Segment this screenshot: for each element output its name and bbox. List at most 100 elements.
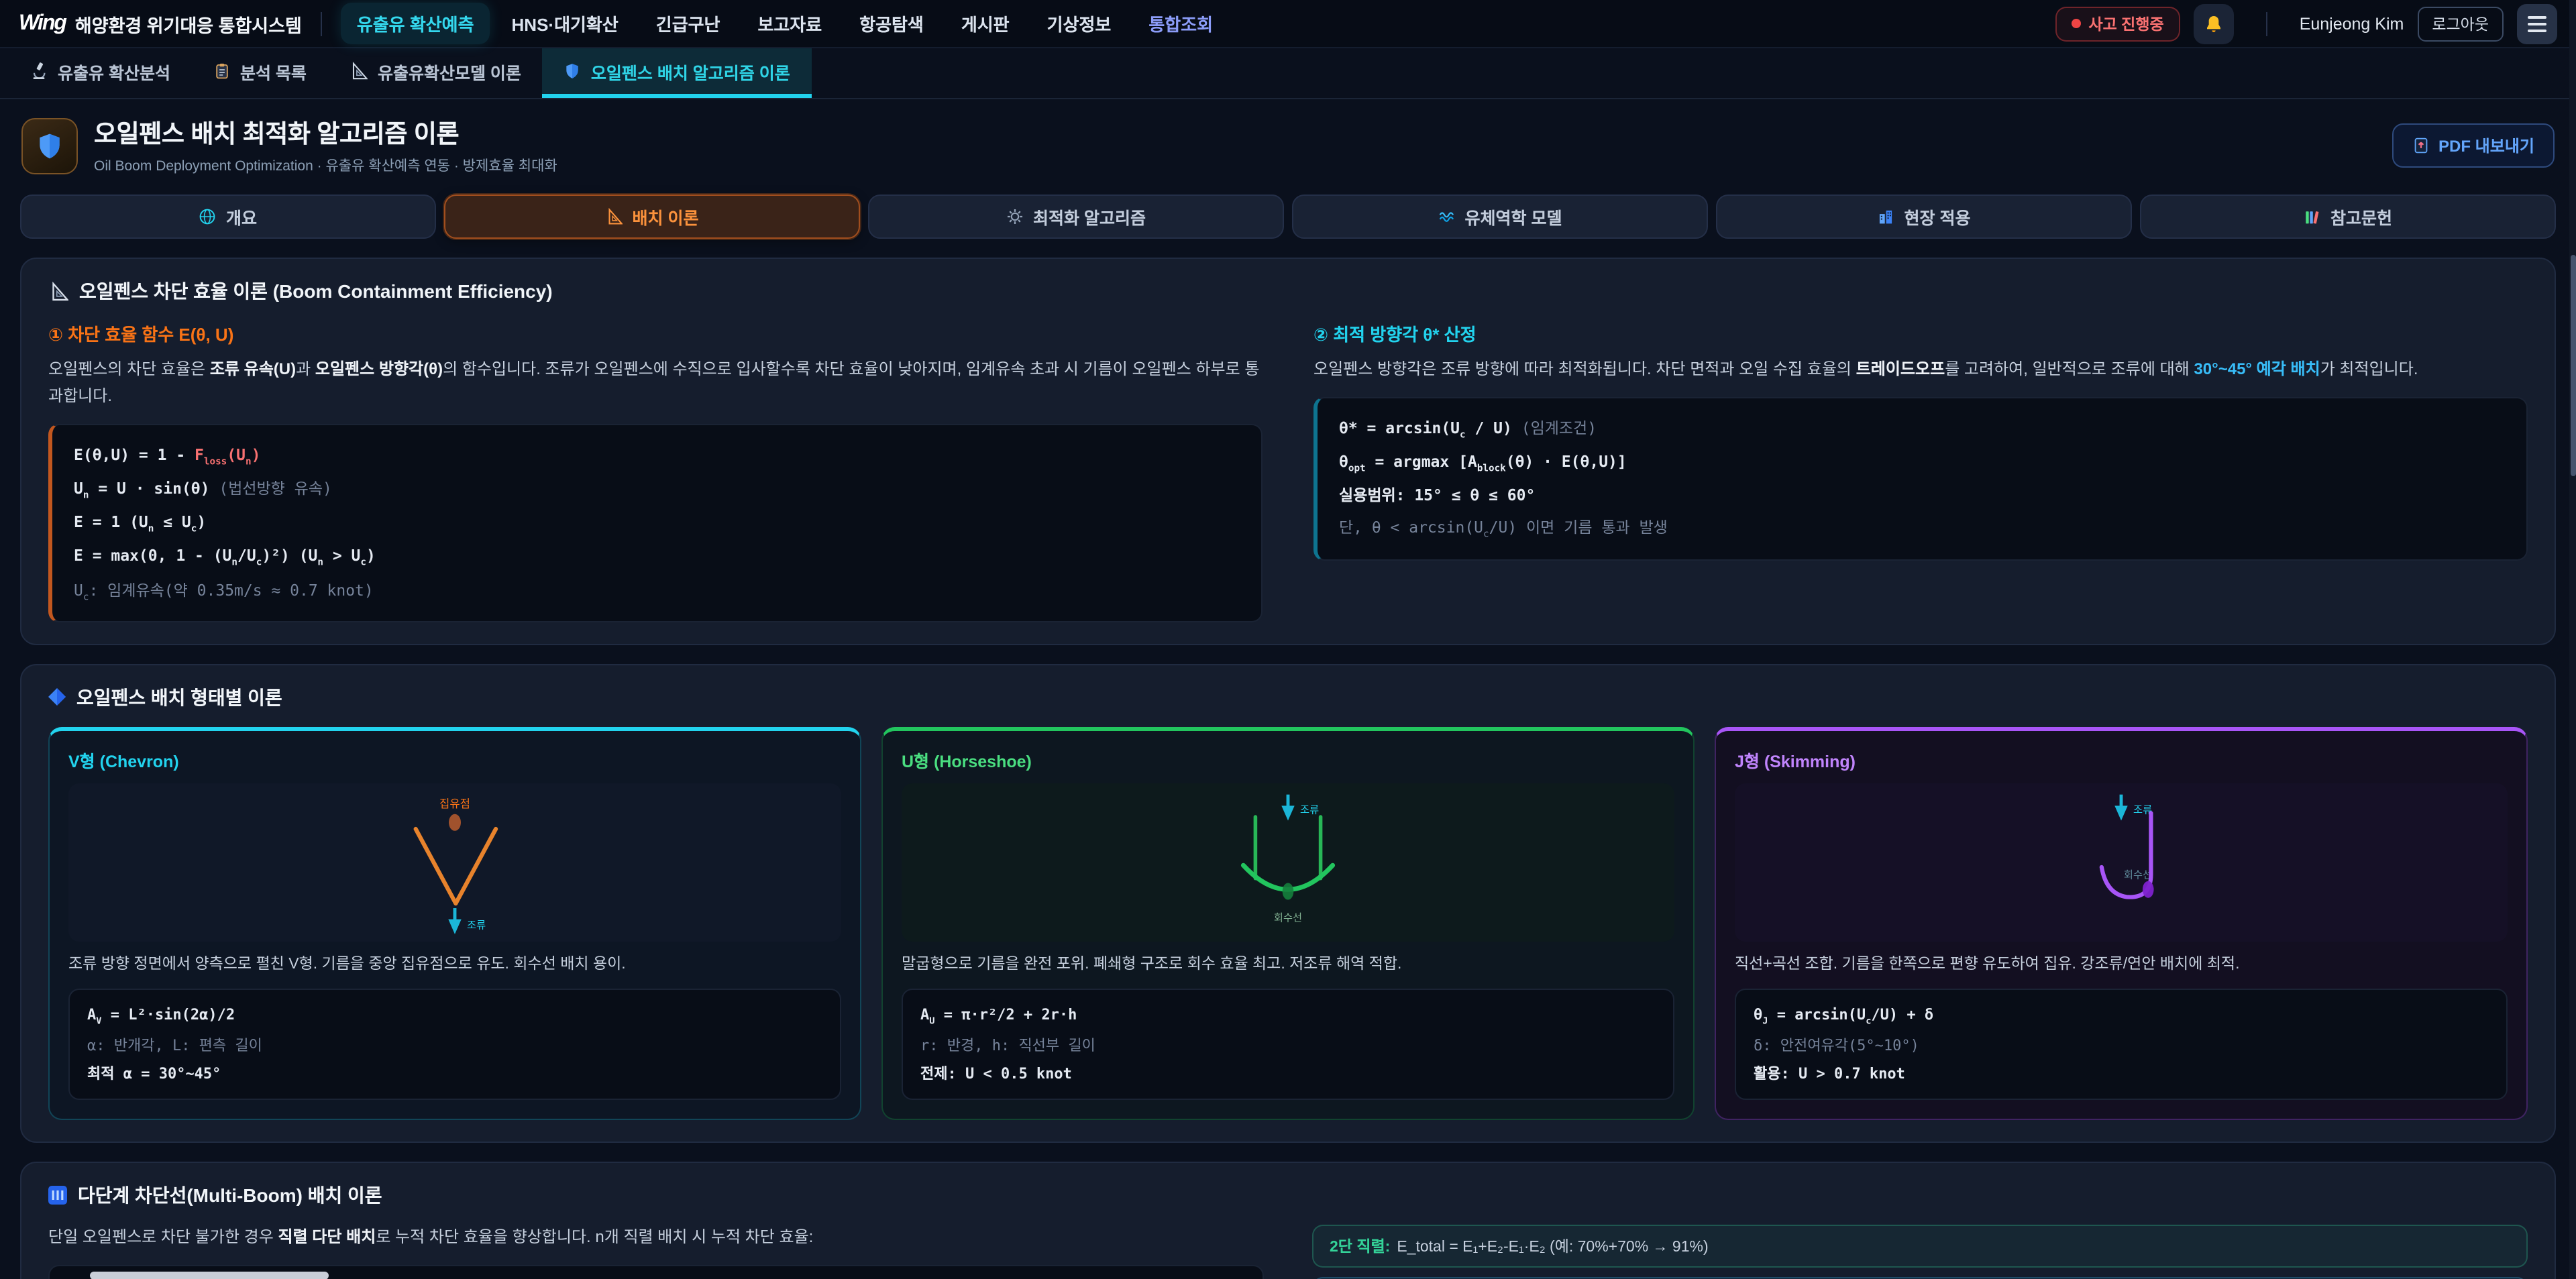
nav-item-emergency-rescue[interactable]: 긴급구난	[640, 3, 737, 44]
formula-line: 전제: U < 0.5 knot	[920, 1060, 1656, 1089]
optimal-angle-body: 오일펜스 방향각은 조류 방향에 따라 최적화됩니다. 차단 면적과 오일 수집…	[1313, 357, 2528, 384]
multiboom-left-column: 단일 오일펜스로 차단 불가한 경우 직렬 다단 배치로 누적 차단 효율을 향…	[48, 1225, 1264, 1279]
section-tab-field-application[interactable]: 현장 적용	[1716, 194, 2132, 239]
app-window: Wing 해양환경 위기대응 통합시스템 유출유 확산예측 HNS·대기확산 긴…	[0, 0, 2576, 1279]
multiboom-notes: 2단 직렬: E_total = E₁+E₂-E₁·E₂ (예: 70%+70%…	[1312, 1225, 2528, 1279]
nav-item-oil-spill-prediction[interactable]: 유출유 확산예측	[341, 3, 490, 44]
section-tab-label: 현장 적용	[1904, 204, 1971, 229]
card-j-skimming: J형 (Skimming) 조류 회수선 직선+곡선 조합. 기름을 한쪽으로 …	[1715, 727, 2528, 1121]
formula-line: r: 반경, h: 직선부 길이	[920, 1031, 1656, 1060]
divider	[321, 11, 322, 36]
efficiency-columns: ① 차단 효율 함수 E(θ, U) 오일펜스의 차단 효율은 조류 유속(U)…	[48, 321, 2528, 622]
nav-item-aerial-search[interactable]: 항공탐색	[843, 3, 940, 44]
tab-diffusion-model-theory[interactable]: 유출유확산모델 이론	[328, 48, 543, 98]
v-boom-line	[416, 829, 496, 903]
section-deployment-shapes: 오일펜스 배치 형태별 이론 V형 (Chevron) 집유점 조류 조류 방향…	[20, 664, 2556, 1144]
formula-line: Un = U · sin(θ) (법선방향 유속)	[74, 472, 1240, 506]
section-tab-deployment-theory[interactable]: 배치 이론	[444, 194, 860, 239]
divider	[2266, 11, 2267, 36]
card-title: U형 (Horseshoe)	[902, 747, 1674, 773]
collection-point-label: 집유점	[439, 797, 470, 810]
tab-label: 분석 목록	[240, 58, 307, 84]
recovery-vessel-dot	[1283, 883, 1294, 899]
card-title: J형 (Skimming)	[1735, 747, 2508, 773]
card-formula-block: AV = L²·sin(2α)/2α: 반개각, L: 편측 길이최적 α = …	[68, 989, 841, 1101]
card-v-chevron: V형 (Chevron) 집유점 조류 조류 방향 정면에서 양측으로 펼친 V…	[48, 727, 861, 1121]
section-title-text: 다단계 차단선(Multi-Boom) 배치 이론	[78, 1182, 382, 1209]
formula-line: E = 1 (Un ≤ Uc)	[74, 506, 1240, 540]
formula-line: α: 반개각, L: 편측 길이	[87, 1031, 822, 1060]
section-title: 오일펜스 차단 효율 이론 (Boom Containment Efficien…	[48, 278, 2528, 304]
tab-boom-deployment-theory[interactable]: 오일펜스 배치 알고리즘 이론	[543, 48, 812, 98]
section-tab-label: 개요	[226, 204, 257, 229]
tab-label: 유출유확산모델 이론	[378, 58, 521, 84]
multiboom-columns: 단일 오일펜스로 차단 불가한 경우 직렬 다단 배치로 누적 차단 효율을 향…	[48, 1225, 2528, 1279]
nav-item-reports[interactable]: 보고자료	[741, 3, 838, 44]
section-tab-references[interactable]: 참고문헌	[2140, 194, 2556, 239]
pdf-export-button[interactable]: PDF 내보내기	[2392, 123, 2555, 168]
current-arrow-head	[1281, 805, 1294, 820]
top-navigation-bar: Wing 해양환경 위기대응 통합시스템 유출유 확산예측 HNS·대기확산 긴…	[0, 0, 2576, 48]
user-name: Eunjeong Kim	[2300, 14, 2404, 33]
formula-line: E(θ,U) = 1 - Floss(Un)	[74, 438, 1240, 472]
card-formula-block: θJ = arcsin(Uc/U) + δδ: 안전여유각(5°~10°)활용:…	[1735, 989, 2508, 1101]
current-arrow-head	[448, 919, 461, 934]
current-label: 조류	[467, 920, 486, 931]
pdf-export-label: PDF 내보내기	[2438, 134, 2534, 157]
microscope-icon	[30, 62, 48, 80]
bell-icon	[2203, 13, 2224, 34]
formula-line: AU = π·r²/2 + 2r·h	[920, 1001, 1656, 1031]
tab-spill-diffusion-analysis[interactable]: 유출유 확산분석	[8, 48, 192, 98]
card-description: 직선+곡선 조합. 기름을 한쪽으로 편향 유도하여 집유. 강조류/연안 배치…	[1735, 954, 2508, 977]
notifications-button[interactable]	[2194, 3, 2234, 44]
vertical-scrollbar-thumb[interactable]	[2570, 255, 2575, 476]
incident-status-badge[interactable]: 사고 진행중	[2055, 6, 2180, 41]
section-title: 다단계 차단선(Multi-Boom) 배치 이론	[48, 1182, 2528, 1209]
collection-point-dot	[449, 814, 461, 830]
shield-icon	[564, 62, 582, 80]
nav-item-integrated-search[interactable]: 통합조회	[1132, 3, 1229, 44]
page-title: 오일펜스 배치 최적화 알고리즘 이론	[94, 115, 557, 150]
nav-item-board[interactable]: 게시판	[945, 3, 1026, 44]
multi-boom-icon	[48, 1186, 67, 1205]
logout-button[interactable]: 로그아웃	[2417, 6, 2504, 41]
u-shape-diagram: 조류 회수선	[902, 783, 1674, 942]
books-icon	[2304, 208, 2321, 225]
section-tab-overview[interactable]: 개요	[20, 194, 436, 239]
page-header-text: 오일펜스 배치 최적화 알고리즘 이론 Oil Boom Deployment …	[94, 115, 557, 176]
efficiency-left-column: ① 차단 효율 함수 E(θ, U) 오일펜스의 차단 효율은 조류 유속(U)…	[48, 321, 1263, 622]
set-square-icon	[606, 208, 623, 225]
formula-line: AV = L²·sin(2α)/2	[87, 1001, 822, 1031]
section-tab-hydrodynamics-model[interactable]: 유체역학 모델	[1292, 194, 1708, 239]
recovery-vessel-dot	[2143, 881, 2154, 897]
shield-icon	[35, 131, 64, 160]
nav-item-weather[interactable]: 기상정보	[1031, 3, 1128, 44]
section-tab-label: 참고문헌	[2330, 204, 2392, 229]
tab-label: 오일펜스 배치 알고리즘 이론	[591, 58, 790, 84]
nav-item-hns-diffusion[interactable]: HNS·대기확산	[496, 3, 635, 44]
section-tab-bar: 개요 배치 이론 최적화 알고리즘 유체역학 모델 현장 적용 참고문헌	[20, 194, 2556, 239]
topnav-right-group: 사고 진행중 Eunjeong Kim 로그아웃	[2055, 3, 2557, 44]
formula-line: θJ = arcsin(Uc/U) + δ	[1754, 1001, 2489, 1031]
note-text: E_total = E₁+E₂-E₁·E₂ (예: 70%+70% → 91%)	[1397, 1236, 1708, 1258]
wing-logo-icon: Wing	[19, 11, 66, 36]
v-shape-diagram: 집유점 조류	[68, 783, 841, 942]
page-header: 오일펜스 배치 최적화 알고리즘 이론 Oil Boom Deployment …	[0, 99, 2576, 189]
efficiency-function-body: 오일펜스의 차단 효율은 조류 유속(U)과 오일펜스 방향각(θ)의 함수입니…	[48, 357, 1263, 410]
section-tab-label: 유체역학 모델	[1465, 204, 1562, 229]
clipboard-icon	[213, 62, 231, 80]
vertical-scrollbar[interactable]	[2569, 0, 2576, 1279]
section-tab-optimization-algorithm[interactable]: 최적화 알고리즘	[868, 194, 1284, 239]
tab-analysis-list[interactable]: 분석 목록	[192, 48, 328, 98]
formula-line: 실용범위: 15° ≤ θ ≤ 60°	[1339, 480, 2505, 512]
j-boom-line	[2102, 813, 2151, 897]
horizontal-scrollbar-thumb[interactable]	[90, 1272, 329, 1279]
section-multi-boom: 다단계 차단선(Multi-Boom) 배치 이론 단일 오일펜스로 차단 불가…	[20, 1162, 2556, 1279]
app-brand[interactable]: Wing 해양환경 위기대응 통합시스템	[19, 10, 302, 37]
v-shape-drawing: 집유점 조류	[68, 783, 841, 942]
recovery-vessel-label: 회수선	[2124, 869, 2152, 881]
current-arrow-head	[2114, 805, 2127, 820]
current-label: 조류	[1300, 804, 1319, 816]
section-title: 오일펜스 배치 형태별 이론	[48, 684, 2528, 711]
hamburger-menu-button[interactable]	[2517, 3, 2557, 44]
